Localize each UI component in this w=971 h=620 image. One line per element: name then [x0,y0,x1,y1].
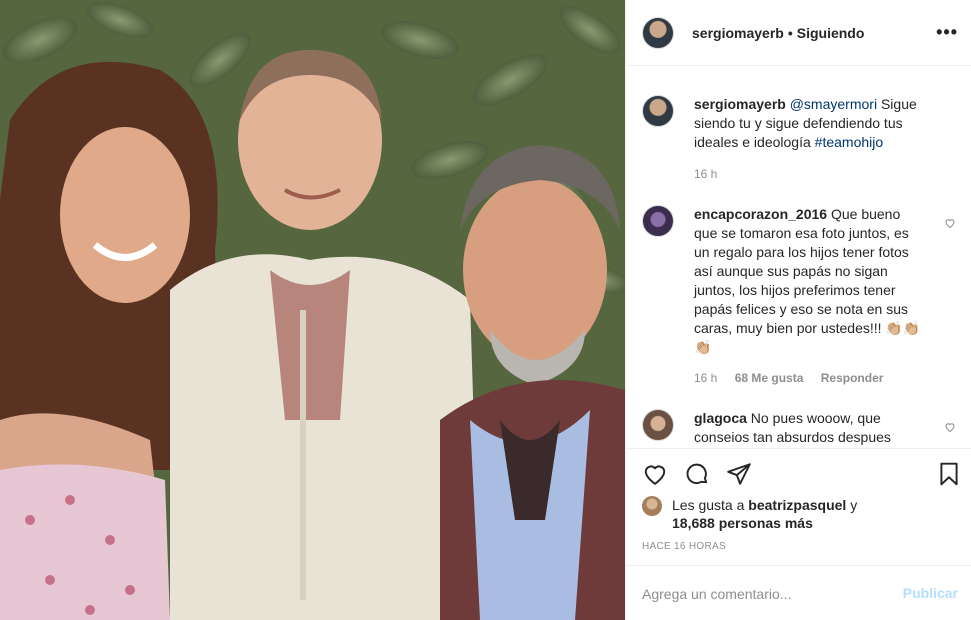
comment-avatar[interactable] [642,205,674,237]
caption-username[interactable]: sergiomayerb [694,96,786,112]
post-header: sergiomayerb • Siguiendo ••• [626,0,971,66]
comment-reply-button[interactable]: Responder [821,371,884,385]
post-actions [626,448,971,498]
comment-bubble-icon[interactable] [684,461,710,487]
author-username[interactable]: sergiomayerb [692,25,784,41]
likes-count-link[interactable]: 18,688 personas más [672,514,813,533]
like-heart-icon[interactable] [642,461,668,487]
header-separator: • [787,24,793,41]
comment-likes[interactable]: 68 Me gusta [735,371,804,385]
caption-text: sergiomayerb @smayermori Sigue siendo tu… [694,95,924,152]
post-side-panel: sergiomayerb • Siguiendo ••• sergiomayer… [625,0,971,620]
caption-time[interactable]: 16 h [694,167,717,181]
comment-text: encapcorazon_2016 Que bueno que se tomar… [694,205,924,357]
likes-conjunction: y [850,497,858,513]
caption-mention[interactable]: @smayermori [790,96,877,112]
comment-avatar[interactable] [642,409,674,441]
liker-avatar[interactable] [642,496,662,516]
post-photo[interactable] [0,0,625,620]
more-horizontal-icon[interactable]: ••• [936,22,958,43]
caption-avatar[interactable] [642,95,674,127]
save-bookmark-icon[interactable] [936,461,962,487]
follow-status-button[interactable]: Siguiendo [797,25,865,41]
likes-prefix: Les gusta a [672,497,745,513]
caption-meta: 16 h [694,167,731,181]
comment-text: glagoca No pues wooow, que conseios tan … [694,409,924,447]
comment-username[interactable]: encapcorazon_2016 [694,206,827,222]
post-photo-image [0,0,625,620]
comment-time[interactable]: 16 h [694,371,717,385]
comments-list[interactable]: sergiomayerb @smayermori Sigue siendo tu… [626,67,971,447]
publish-comment-button[interactable]: Publicar [903,585,958,601]
like-comment-heart-icon[interactable] [944,217,956,229]
likes-line-1: Les gusta a beatrizpasquel y [672,496,857,515]
caption-hashtag[interactable]: #teamohijo [815,134,884,150]
add-comment-bar: Publicar [626,565,971,620]
author-avatar[interactable] [642,16,674,49]
comment-username[interactable]: glagoca [694,410,747,426]
likes-user-link[interactable]: beatrizpasquel [748,497,846,513]
comment-body: Que bueno que se tomaron esa foto juntos… [694,206,921,355]
post-timestamp[interactable]: HACE 16 HORAS [642,541,726,552]
like-comment-heart-icon[interactable] [944,421,956,433]
comment-meta: 16 h 68 Me gusta Responder [694,371,897,385]
add-comment-input[interactable] [642,584,882,604]
share-paper-plane-icon[interactable] [726,461,752,487]
